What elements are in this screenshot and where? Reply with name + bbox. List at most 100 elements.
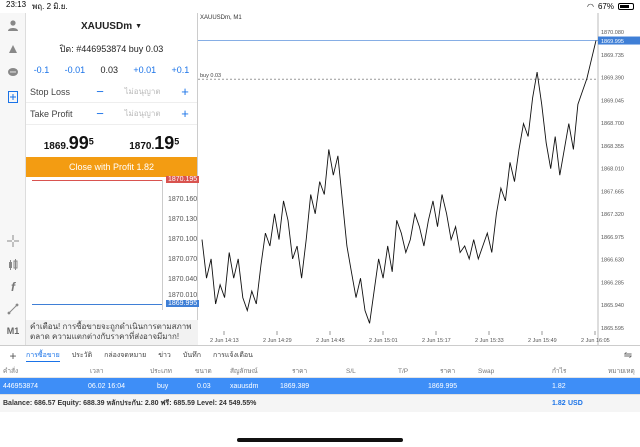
table-header: คำสั่ง เวลา ประเภท ขนาด สัญลักษณ์ ราคา S… [0, 365, 640, 378]
status-time: 23:13 [6, 0, 27, 9]
price-line-series [201, 40, 597, 324]
add-icon[interactable]: + [0, 349, 26, 363]
col-current-price: ราคา [440, 368, 456, 375]
bid-tag: 1869.995 [166, 300, 200, 307]
order-panel: XAUUSDm ▼ ปิด: #446953874 buy 0.03 -0.1 … [26, 13, 200, 345]
market-execution-warning: คำเตือน! การซื้อขายจะถูกดำเนินการตามสภาพ… [26, 320, 198, 345]
symbol-name: XAUUSDm [80, 20, 133, 32]
close-with-profit-button[interactable]: Close with Profit 1.82 [26, 157, 197, 177]
col-profit: กำไร [552, 368, 567, 375]
crosshair-icon[interactable] [3, 231, 23, 251]
stop-loss-input[interactable]: ไม่อนุญาต [108, 85, 177, 98]
col-comment: หมายเหตุ [608, 368, 635, 375]
stop-loss-plus-button[interactable]: + [177, 84, 193, 99]
status-bar: 23:13 พฤ. 2 มิ.ย. ◠ 67% [0, 0, 640, 13]
col-swap: Swap [478, 367, 495, 375]
candles-icon[interactable] [3, 255, 23, 275]
take-profit-minus-button[interactable]: − [92, 106, 108, 121]
col-tp: T/P [398, 367, 409, 375]
balance-bar: Balance: 686.57 Equity: 688.39 หลักประกั… [0, 394, 640, 412]
take-profit-row: Take Profit − ไม่อนุญาต + [26, 103, 197, 125]
tab-trade[interactable]: การซื้อขาย [26, 350, 60, 362]
take-profit-input[interactable]: ไม่อนุญาต [108, 107, 177, 120]
y-tick-label: 1869.390 [601, 76, 624, 82]
take-profit-plus-button[interactable]: + [177, 106, 193, 121]
bid-price: 1869.995 [43, 132, 94, 153]
col-price: ราคา [292, 368, 308, 375]
account-icon[interactable] [3, 15, 23, 35]
symbol-selector[interactable]: XAUUSDm ▼ [26, 13, 197, 39]
y-tick-label: 1865.940 [601, 303, 624, 309]
stop-loss-row: Stop Loss − ไม่อนุญาต + [26, 81, 197, 103]
y-tick-label: 1866.975 [601, 235, 624, 241]
chat-icon[interactable] [3, 63, 23, 83]
price-chart[interactable]: XAUUSDm, M1 1870.080 1869.735 1869.390 1869… [198, 13, 640, 345]
col-volume: ขนาด [195, 368, 212, 375]
col-type: ประเภท [150, 368, 172, 375]
mini-level: 1870.040 [168, 276, 198, 283]
ask-line [32, 180, 162, 181]
indicators-icon[interactable]: f [3, 277, 23, 297]
take-profit-label: Take Profit [30, 108, 73, 119]
trade-signals-icon[interactable] [3, 39, 23, 59]
y-tick-label: 1870.080 [601, 30, 624, 36]
status-date: พฤ. 2 มิ.ย. [32, 2, 68, 11]
ask-price: 1870.195 [129, 132, 180, 153]
y-tick-label: 1869.735 [601, 53, 624, 59]
x-tick-label: 2 Jun 15:49 [528, 338, 557, 344]
y-tick-label: 1867.665 [601, 189, 624, 195]
price-quotes: 1869.995 1870.195 [26, 125, 197, 157]
volume-minus-0-1[interactable]: -0.1 [34, 65, 50, 75]
x-tick-label: 2 Jun 15:33 [475, 338, 504, 344]
tab-history[interactable]: ประวัติ [72, 350, 92, 361]
mini-level: 1870.100 [168, 236, 198, 243]
chevron-down-icon: ▼ [135, 22, 143, 30]
table-row[interactable]: 446953874 06.02 16:04 buy 0.03 xauusdm 1… [0, 378, 640, 394]
x-tick-label: 2 Jun 15:17 [422, 338, 451, 344]
total-profit: 1.82 [552, 400, 566, 407]
tab-alerts[interactable]: การแจ้งเตือน [213, 350, 253, 361]
y-tick-label: 1868.700 [601, 121, 624, 127]
left-toolbar: f M1 [0, 13, 26, 345]
chart-title: XAUUSDm, M1 [200, 15, 242, 21]
timeframe-m1[interactable]: M1 [3, 321, 23, 341]
mini-level: 1870.010 [168, 292, 198, 299]
col-order: คำสั่ง [3, 368, 19, 375]
volume-plus-0-01[interactable]: +0.01 [133, 65, 156, 75]
col-time: เวลา [90, 368, 104, 375]
y-tick-label: 1865.595 [601, 326, 624, 332]
volume-stepper: -0.1 -0.01 0.03 +0.01 +0.1 [26, 59, 197, 81]
wifi-icon: ◠ [587, 2, 594, 11]
tab-news[interactable]: ข่าว [158, 350, 171, 361]
col-sl: S/L [346, 367, 356, 375]
order-title: ปิด: #446953874 buy 0.03 [59, 44, 164, 54]
stop-loss-label: Stop Loss [30, 86, 71, 97]
menu-icon[interactable]: ⇋ [616, 350, 640, 361]
x-tick-label: 2 Jun 14:45 [316, 338, 345, 344]
y-tick-label: 1867.320 [601, 212, 624, 218]
col-symbol: สัญลักษณ์ [230, 368, 258, 375]
y-tick-label: 1868.010 [601, 167, 624, 173]
price-tag-label: 1869.995 [601, 39, 624, 45]
mini-level: 1870.160 [168, 196, 198, 203]
volume-plus-0-1[interactable]: +0.1 [172, 65, 190, 75]
y-tick-label: 1868.355 [601, 144, 624, 150]
x-tick-label: 2 Jun 14:29 [263, 338, 292, 344]
balance-summary: Balance: 686.57 Equity: 688.39 หลักประกั… [3, 400, 257, 407]
bid-line [32, 304, 162, 305]
stop-loss-minus-button[interactable]: − [92, 84, 108, 99]
y-tick-label: 1869.045 [601, 98, 624, 104]
bottom-tabs: + การซื้อขาย ประวัติ กล่องจดหมาย ข่าว บั… [0, 345, 640, 365]
mini-level: 1870.130 [168, 216, 198, 223]
x-tick-label: 2 Jun 14:13 [210, 338, 239, 344]
battery-icon [618, 3, 634, 10]
mini-level: 1870.070 [168, 256, 198, 263]
objects-icon[interactable] [3, 299, 23, 319]
volume-value[interactable]: 0.03 [100, 65, 118, 75]
price-chart-svg: 1870.080 1869.735 1869.390 1869.045 1868.700… [198, 13, 640, 345]
buy-level-label: buy 0.03 [200, 73, 221, 79]
new-order-icon[interactable] [3, 87, 23, 107]
tab-journal[interactable]: บันทึก [183, 350, 201, 361]
tab-mailbox[interactable]: กล่องจดหมาย [104, 350, 146, 361]
volume-minus-0-01[interactable]: -0.01 [65, 65, 86, 75]
